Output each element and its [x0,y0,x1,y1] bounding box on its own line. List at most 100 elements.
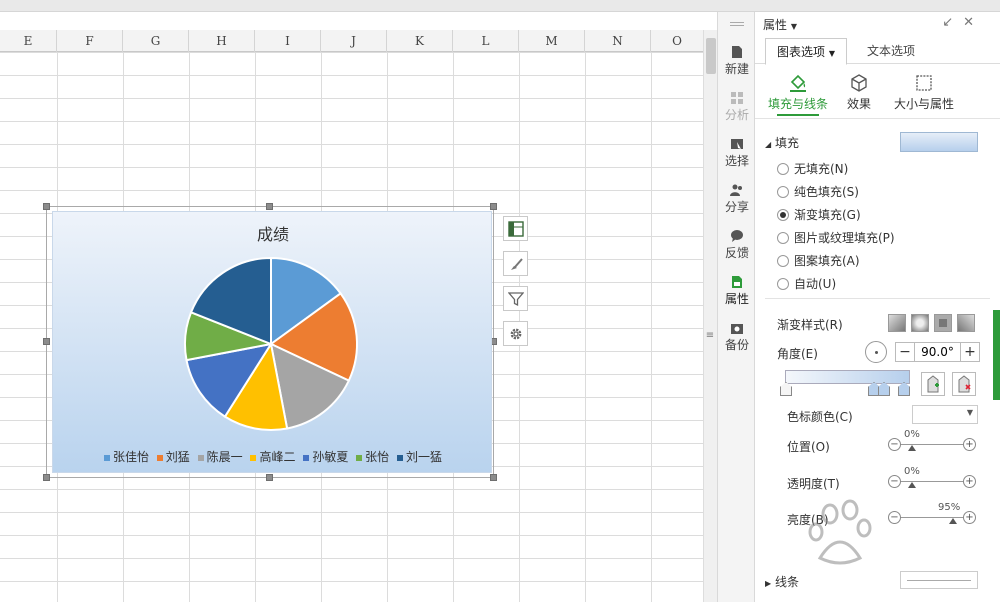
radio-no-fill[interactable]: 无填充(N) [777,160,848,177]
resize-handle[interactable] [43,203,50,210]
transparency-label: 透明度(T) [787,477,840,491]
slider-minus-icon[interactable]: − [888,475,901,488]
angle-increment-button[interactable]: + [960,342,980,362]
column-header[interactable]: N [585,30,651,52]
chart-filter-button[interactable] [503,286,528,311]
triangle-collapsed-icon: ▶ [765,579,772,588]
column-header[interactable]: E [0,30,57,52]
column-header[interactable]: F [57,30,123,52]
radio-label: 自动(U) [794,277,837,291]
resize-handle[interactable] [266,203,273,210]
tab-text-options[interactable]: 文本选项 [859,38,923,65]
legend-swatch [103,454,110,461]
column-header[interactable]: L [453,30,519,52]
slider-thumb[interactable] [908,445,916,451]
column-header[interactable]: G [123,30,189,52]
pie-chart[interactable]: 成绩 张佳怡 刘猛 陈晨一 高峰二 孙敏夏 张怡 刘一猛 [52,211,492,473]
slider-value: 0% [904,429,920,440]
sidebar-item-backup[interactable]: 备份 [718,321,756,353]
radio-button[interactable] [777,162,789,175]
slider-minus-icon[interactable]: − [888,511,901,524]
sidebar-item-properties[interactable]: 属性 [718,275,756,307]
subtab-underline [777,114,819,116]
legend-label: 高峰二 [259,450,296,464]
subtab-size-props[interactable]: 大小与属性 [891,74,957,112]
column-header[interactable]: J [321,30,387,52]
sidebar-item-analyze[interactable]: 分析 [718,91,756,123]
radio-auto-fill[interactable]: 自动(U) [777,275,836,292]
radio-solid-fill[interactable]: 纯色填充(S) [777,183,859,200]
chart-settings-button[interactable] [503,321,528,346]
position-slider[interactable]: − + 0% [888,429,976,452]
column-header[interactable]: M [519,30,585,52]
gradient-style-rect-button[interactable] [934,314,952,332]
angle-decrement-button[interactable]: − [895,342,915,362]
slider-thumb[interactable] [949,518,957,524]
radio-gradient-fill[interactable]: 渐变填充(G) [777,206,861,223]
properties-doc-icon [732,276,742,288]
slider-thumb[interactable] [908,482,916,488]
fill-section-header[interactable]: ◢ 填充 [765,134,799,151]
chart-elements-button[interactable] [503,216,528,241]
tab-chart-options[interactable]: 图表选项 ▼ [765,38,847,65]
slider-plus-icon[interactable]: + [963,475,976,488]
dropdown-arrow-icon: ▼ [790,22,797,31]
column-header[interactable]: K [387,30,453,52]
resize-handle[interactable] [490,203,497,210]
angle-input[interactable] [915,342,960,362]
divider [755,118,1000,119]
radio-picture-fill[interactable]: 图片或纹理填充(P) [777,229,895,246]
analyze-icon [731,92,743,104]
resize-handle[interactable] [490,474,497,481]
radio-button[interactable] [777,208,789,221]
gradient-bar[interactable] [785,370,910,384]
subtab-fill-line[interactable]: 填充与线条 [763,74,833,116]
line-section-header[interactable]: ▶ 线条 [765,573,799,590]
slider-plus-icon[interactable]: + [963,438,976,451]
transparency-slider[interactable]: − + 0% [888,466,976,489]
sidebar-item-share[interactable]: 分享 [718,183,756,215]
gradient-stop-handle[interactable] [780,382,792,396]
radio-pattern-fill[interactable]: 图案填充(A) [777,252,860,269]
sidebar-item-select[interactable]: 选择 [718,137,756,169]
chart-title[interactable]: 成绩 [53,221,493,245]
stop-color-dropdown[interactable]: ▼ [912,405,978,424]
scrollbar-thumb[interactable] [706,38,716,74]
restore-icon[interactable]: ↙ [942,15,963,30]
column-header[interactable]: H [189,30,255,52]
resize-handle[interactable] [43,474,50,481]
add-stop-icon [927,375,939,393]
add-gradient-stop-button[interactable] [921,372,945,396]
sidebar-item-feedback[interactable]: 反馈 [718,229,756,261]
subtab-effects[interactable]: 效果 [839,74,879,112]
close-icon[interactable]: ✕ [963,15,984,30]
slider-plus-icon[interactable]: + [963,511,976,524]
radio-button[interactable] [777,185,789,198]
resize-handle[interactable] [266,474,273,481]
sidebar-item-new[interactable]: 新建 [718,45,756,77]
subtab-label: 效果 [846,97,871,111]
gradient-stop-handle[interactable] [878,382,890,396]
radio-button[interactable] [777,254,789,267]
pie-plot[interactable] [183,256,363,436]
radio-button[interactable] [777,231,789,244]
resize-handle[interactable] [43,338,50,345]
gradient-style-radial-button[interactable] [911,314,929,332]
panel-title[interactable]: 属性 ▼ [763,16,797,33]
chevron-down-icon: ▼ [828,49,835,58]
panel-collapse-arrow[interactable]: ≡ [704,330,716,341]
gradient-style-linear-button[interactable] [888,314,906,332]
remove-gradient-stop-button[interactable] [952,372,976,396]
slider-minus-icon[interactable]: − [888,438,901,451]
gradient-stop-handle[interactable] [898,382,910,396]
gradient-style-path-button[interactable] [957,314,975,332]
chart-style-button[interactable] [503,251,528,276]
angle-dial[interactable] [865,341,887,363]
chart-legend[interactable]: 张佳怡 刘猛 陈晨一 高峰二 孙敏夏 张怡 刘一猛 [53,448,493,465]
vertical-scrollbar[interactable] [703,30,717,602]
brightness-slider[interactable]: − + 95% [888,502,976,525]
column-header[interactable]: I [255,30,321,52]
radio-button[interactable] [777,277,789,290]
column-header[interactable]: O [651,30,703,52]
angle-dial-dot [875,351,878,354]
